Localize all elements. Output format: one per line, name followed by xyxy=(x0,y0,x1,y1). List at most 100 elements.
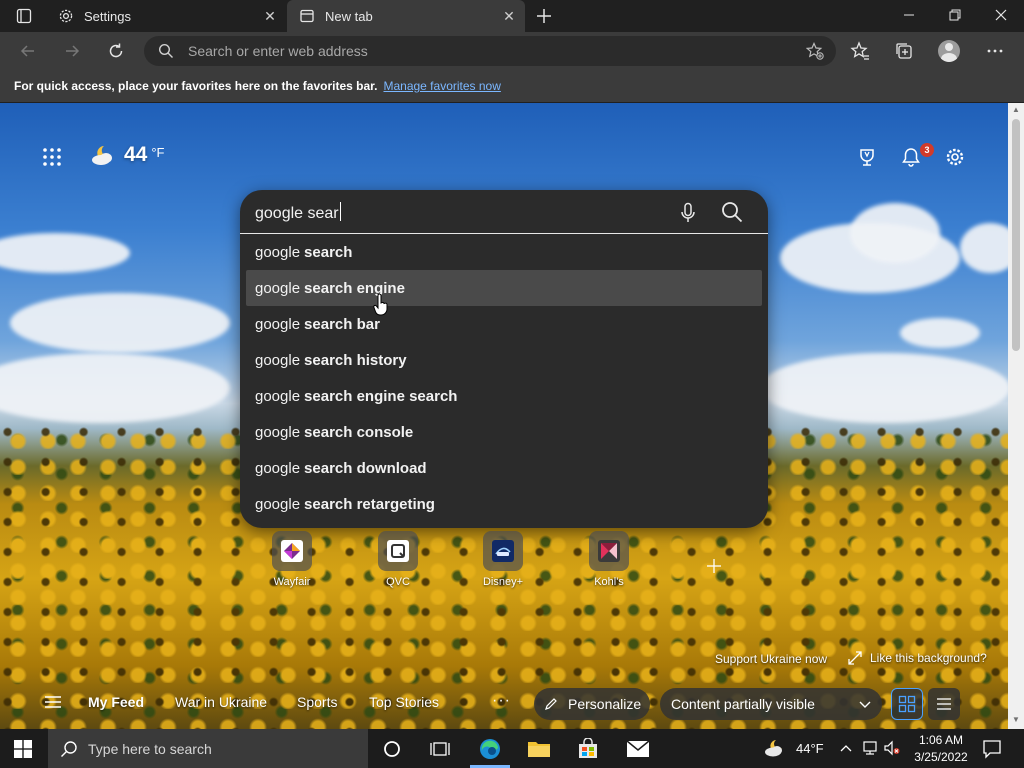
suggestion-list: google search google search engine google s… xyxy=(246,234,762,522)
close-tab-icon[interactable]: ✕ xyxy=(260,6,280,26)
search-box[interactable]: google sear xyxy=(240,190,768,234)
close-window-button[interactable] xyxy=(978,0,1024,30)
feed-tab-top-stories[interactable]: Top Stories xyxy=(369,694,439,710)
quick-link-tile xyxy=(378,531,418,571)
folder-icon xyxy=(528,742,550,757)
settings-and-more-button[interactable] xyxy=(984,40,1006,62)
minimize-button[interactable] xyxy=(886,0,932,30)
page-settings-button[interactable] xyxy=(944,146,966,168)
weather-widget[interactable]: 44 °F xyxy=(90,143,165,167)
quick-link-label: Kohl's xyxy=(594,576,624,588)
grid-layout-button[interactable] xyxy=(891,688,923,720)
back-button[interactable] xyxy=(14,37,42,65)
mail-envelope-icon xyxy=(626,740,650,757)
network-button[interactable] xyxy=(862,740,878,756)
manage-favorites-link[interactable]: Manage favorites now xyxy=(383,79,500,93)
taskbar-search-box[interactable]: Type here to search xyxy=(48,729,368,768)
taskbar-search-placeholder: Type here to search xyxy=(88,740,212,757)
tab-settings[interactable]: Settings ✕ xyxy=(46,0,286,32)
cortana-button[interactable] xyxy=(378,735,406,763)
suggestion-item[interactable]: google search engine xyxy=(246,270,762,306)
content-visibility-value: Content partially visible xyxy=(671,696,815,712)
background-cloud xyxy=(0,233,130,273)
cortana-circle-icon xyxy=(384,741,400,757)
quick-link-qvc[interactable]: QVC xyxy=(363,531,433,588)
action-center-icon[interactable] xyxy=(982,739,1002,759)
content-visibility-dropdown[interactable]: Content partially visible xyxy=(660,688,882,720)
quick-link-tile xyxy=(272,531,312,571)
microsoft-store-button[interactable] xyxy=(574,735,602,763)
address-bar[interactable]: Search or enter web address xyxy=(144,36,836,66)
new-tab-button[interactable] xyxy=(532,4,556,28)
add-site-plus-icon[interactable] xyxy=(704,556,724,576)
microphone-icon[interactable] xyxy=(678,202,698,224)
taskbar-weather[interactable]: 44°F xyxy=(764,738,824,758)
page-scrollbar[interactable]: ▲ ▼ xyxy=(1008,103,1024,729)
support-ukraine-link[interactable]: Support Ukraine now xyxy=(715,652,827,666)
close-tab-icon[interactable]: ✕ xyxy=(499,6,519,26)
add-favorite-icon[interactable] xyxy=(806,42,824,60)
favorites-bar: For quick access, place your favorites h… xyxy=(0,70,1024,102)
weather-unit: °F xyxy=(151,144,165,160)
favorites-button[interactable] xyxy=(849,40,871,62)
notifications-button[interactable] xyxy=(900,146,922,168)
list-layout-icon xyxy=(937,698,951,710)
windows-start-icon[interactable] xyxy=(14,740,32,758)
app-launcher-icon[interactable] xyxy=(42,147,62,167)
grid-layout-icon xyxy=(898,695,916,713)
suggestion-item[interactable]: google search console xyxy=(246,414,762,450)
search-query-text: google sear xyxy=(255,205,339,222)
suggestion-item[interactable]: google search xyxy=(246,234,762,270)
quick-link-disney-plus[interactable]: Disney+ xyxy=(468,531,538,588)
show-hidden-icons-button[interactable] xyxy=(838,740,854,756)
clock-date: 3/25/2022 xyxy=(914,750,968,764)
forward-button[interactable] xyxy=(58,37,86,65)
search-icon xyxy=(61,740,77,757)
newtab-icon xyxy=(299,8,315,24)
background-cloud xyxy=(760,353,1008,423)
feed-navigation-bar: My Feed War in Ukraine Sports Top Storie… xyxy=(0,684,1008,724)
file-explorer-button[interactable] xyxy=(525,735,553,763)
system-clock[interactable]: 1:06 AM 3/25/2022 xyxy=(906,732,976,766)
list-layout-button[interactable] xyxy=(928,688,960,720)
collections-button[interactable] xyxy=(893,40,915,62)
close-icon xyxy=(995,9,1007,21)
feed-tab-my-feed[interactable]: My Feed xyxy=(88,694,144,710)
scroll-down-icon[interactable]: ▼ xyxy=(1011,715,1021,725)
feed-more-button[interactable]: ··· xyxy=(492,692,511,710)
partly-cloudy-night-icon xyxy=(765,740,782,757)
suggestion-base: google xyxy=(255,387,301,405)
network-icon xyxy=(863,741,877,755)
feed-tab-war-in-ukraine[interactable]: War in Ukraine xyxy=(175,694,267,710)
scrollbar-thumb[interactable] xyxy=(1012,119,1020,351)
tab-new-tab[interactable]: New tab ✕ xyxy=(287,0,525,32)
scroll-up-icon[interactable]: ▲ xyxy=(1011,105,1021,115)
search-input[interactable]: google sear xyxy=(255,202,341,223)
hamburger-menu-icon[interactable] xyxy=(44,694,62,710)
suggestion-item[interactable]: google search bar xyxy=(246,306,762,342)
refresh-button[interactable] xyxy=(102,37,130,65)
suggestion-item[interactable]: google search download xyxy=(246,450,762,486)
quick-link-kohls[interactable]: Kohl's xyxy=(574,531,644,588)
mail-button[interactable] xyxy=(624,735,652,763)
feed-tab-sports[interactable]: Sports xyxy=(297,694,337,710)
restore-icon xyxy=(949,9,961,21)
volume-button[interactable] xyxy=(884,740,900,756)
edge-taskbar-button[interactable] xyxy=(476,735,504,763)
tab-actions-button[interactable] xyxy=(8,5,40,27)
suggestion-item[interactable]: google search engine search xyxy=(246,378,762,414)
quick-link-wayfair[interactable]: Wayfair xyxy=(257,531,327,588)
restore-button[interactable] xyxy=(932,0,978,30)
tab-actions-icon xyxy=(16,8,32,24)
search-icon[interactable] xyxy=(721,201,743,223)
suggestion-item[interactable]: google search retargeting xyxy=(246,486,762,522)
rewards-button[interactable] xyxy=(856,146,878,168)
profile-avatar[interactable] xyxy=(938,40,960,62)
suggestion-base: google xyxy=(255,423,301,441)
taskbar-weather-temp: 44°F xyxy=(796,740,824,756)
task-view-button[interactable] xyxy=(426,735,454,763)
personalize-button[interactable]: Personalize xyxy=(534,688,650,720)
like-background-button[interactable]: Like this background? xyxy=(848,651,987,665)
suggestion-item[interactable]: google search history xyxy=(246,342,762,378)
suggestion-base: google xyxy=(255,243,301,261)
